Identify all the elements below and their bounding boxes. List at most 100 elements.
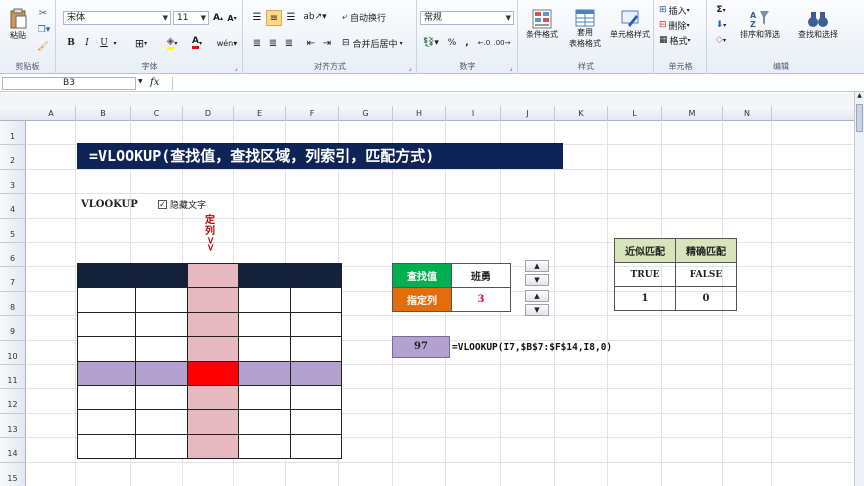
table-cell[interactable] xyxy=(187,311,239,338)
name-box-dropdown[interactable]: ▼ xyxy=(138,78,143,85)
font-size-select[interactable]: 11 ▼ xyxy=(173,11,209,25)
column-header[interactable]: C xyxy=(131,106,183,121)
scroll-thumb[interactable] xyxy=(856,104,863,132)
find-select-button[interactable]: 查找和选择 xyxy=(788,4,848,44)
table-cell[interactable] xyxy=(238,262,291,289)
column-header[interactable]: B xyxy=(76,106,131,121)
row-header[interactable]: 13 xyxy=(0,413,26,439)
column-header[interactable]: D xyxy=(183,106,234,121)
insert-function-button[interactable]: fx xyxy=(150,77,159,88)
table-cell[interactable] xyxy=(290,409,342,435)
spinner-down-1[interactable]: ▼ xyxy=(525,274,549,286)
table-cell[interactable] xyxy=(290,336,342,362)
spinner-down-2[interactable]: ▼ xyxy=(525,304,549,316)
font-name-select[interactable]: 宋体 ▼ xyxy=(63,11,171,25)
bold-button[interactable]: B xyxy=(65,36,77,50)
cell-styles-button[interactable]: 单元格样式 xyxy=(607,4,653,44)
table-cell[interactable] xyxy=(77,336,136,362)
table-cell[interactable] xyxy=(187,409,239,435)
table-cell[interactable] xyxy=(290,433,342,460)
row-header[interactable]: 6 xyxy=(0,243,26,268)
comma-button[interactable]: , xyxy=(462,36,472,50)
table-cell[interactable] xyxy=(135,311,188,338)
table-cell[interactable] xyxy=(290,384,342,411)
format-button[interactable]: ▦ 格式 ▾ xyxy=(659,34,705,47)
row-header[interactable]: 3 xyxy=(0,169,26,195)
table-cell[interactable] xyxy=(77,409,136,435)
column-header[interactable]: M xyxy=(662,106,723,121)
table-cell[interactable] xyxy=(77,287,136,313)
table-cell[interactable] xyxy=(187,384,239,411)
column-header[interactable]: N xyxy=(723,106,772,121)
spinner-up-1[interactable]: ▲ xyxy=(525,260,549,272)
wrap-text-button[interactable]: ⤶ 自动换行 xyxy=(342,10,412,24)
column-header[interactable]: E xyxy=(234,106,286,121)
row-header[interactable]: 2 xyxy=(0,145,26,170)
sort-filter-button[interactable]: A Z 排序和筛选 xyxy=(732,4,788,44)
align-center-button[interactable]: ≣ xyxy=(266,36,280,50)
shrink-font-button[interactable]: A ▾ xyxy=(226,11,238,25)
table-cell[interactable] xyxy=(135,336,188,362)
row-header[interactable]: 1 xyxy=(0,121,26,146)
table-cell[interactable] xyxy=(290,287,342,313)
table-cell[interactable] xyxy=(135,262,188,289)
formula-input[interactable] xyxy=(172,77,854,90)
table-cell[interactable] xyxy=(135,433,188,460)
table-cell[interactable] xyxy=(187,433,239,460)
column-header[interactable]: L xyxy=(608,106,662,121)
copy-button[interactable]: ❐▾ xyxy=(36,23,52,37)
column-header[interactable]: F xyxy=(286,106,339,121)
table-cell[interactable] xyxy=(238,360,291,386)
autosum-button[interactable]: Σ ▾ xyxy=(712,4,730,16)
table-cell[interactable] xyxy=(238,287,291,313)
row-header[interactable]: 12 xyxy=(0,389,26,414)
column-header[interactable]: I xyxy=(446,106,501,121)
lookup-value-cell[interactable]: 班勇 xyxy=(451,263,511,288)
table-cell[interactable] xyxy=(187,262,239,289)
table-cell[interactable] xyxy=(135,360,188,386)
table-cell[interactable] xyxy=(77,433,136,460)
currency-button[interactable]: 💱▾ xyxy=(422,36,440,50)
row-header[interactable]: 11 xyxy=(0,365,26,390)
format-as-table-button[interactable]: 套用 表格格式 xyxy=(563,4,607,54)
table-cell[interactable] xyxy=(238,384,291,411)
merge-center-button[interactable]: ⊟ 合并后居中 ▾ xyxy=(342,36,414,50)
align-bottom-button[interactable]: ☰ xyxy=(284,10,298,24)
table-cell[interactable] xyxy=(77,384,136,411)
underline-dropdown[interactable]: ▾ xyxy=(111,36,119,50)
spinner-up-2[interactable]: ▲ xyxy=(525,290,549,302)
font-color-button[interactable]: A ▾ xyxy=(187,36,207,50)
row-header[interactable]: 5 xyxy=(0,218,26,243)
table-cell[interactable] xyxy=(187,360,239,386)
align-right-button[interactable]: ≣ xyxy=(282,36,296,50)
table-cell[interactable] xyxy=(135,409,188,435)
column-header[interactable]: A xyxy=(27,106,76,121)
table-cell[interactable] xyxy=(238,336,291,362)
table-cell[interactable] xyxy=(238,409,291,435)
delete-button[interactable]: ⊟ 删除 ▾ xyxy=(659,19,705,32)
table-cell[interactable] xyxy=(77,360,136,386)
table-cell[interactable] xyxy=(290,311,342,338)
hide-text-checkbox[interactable]: ✓ 隐藏文字 xyxy=(158,198,206,211)
table-cell[interactable] xyxy=(238,311,291,338)
align-top-button[interactable]: ☰ xyxy=(250,10,264,24)
row-header[interactable]: 10 xyxy=(0,340,26,365)
increase-decimal-button[interactable]: ←.0 xyxy=(476,36,492,50)
format-painter-button[interactable]: 🖌 xyxy=(36,40,50,54)
table-cell[interactable] xyxy=(290,360,342,386)
vertical-scrollbar[interactable]: ▲ xyxy=(854,92,864,486)
name-box[interactable]: B3 xyxy=(2,77,136,90)
table-cell[interactable] xyxy=(77,311,136,338)
underline-button[interactable]: U xyxy=(97,36,111,50)
row-header[interactable]: 8 xyxy=(0,291,26,317)
phonetic-button[interactable]: wén▾ xyxy=(217,36,238,50)
conditional-format-button[interactable]: 条件格式 xyxy=(521,4,563,44)
dialog-launcher-icon[interactable]: ⌟ xyxy=(407,65,413,72)
table-cell[interactable] xyxy=(135,384,188,411)
grow-font-button[interactable]: A ▴ xyxy=(212,11,224,25)
table-cell[interactable] xyxy=(135,287,188,313)
increase-indent-button[interactable]: ⇥ xyxy=(320,36,334,50)
align-left-button[interactable]: ≣ xyxy=(250,36,264,50)
result-cell[interactable]: 97 xyxy=(392,336,450,358)
row-header[interactable]: 9 xyxy=(0,316,26,341)
